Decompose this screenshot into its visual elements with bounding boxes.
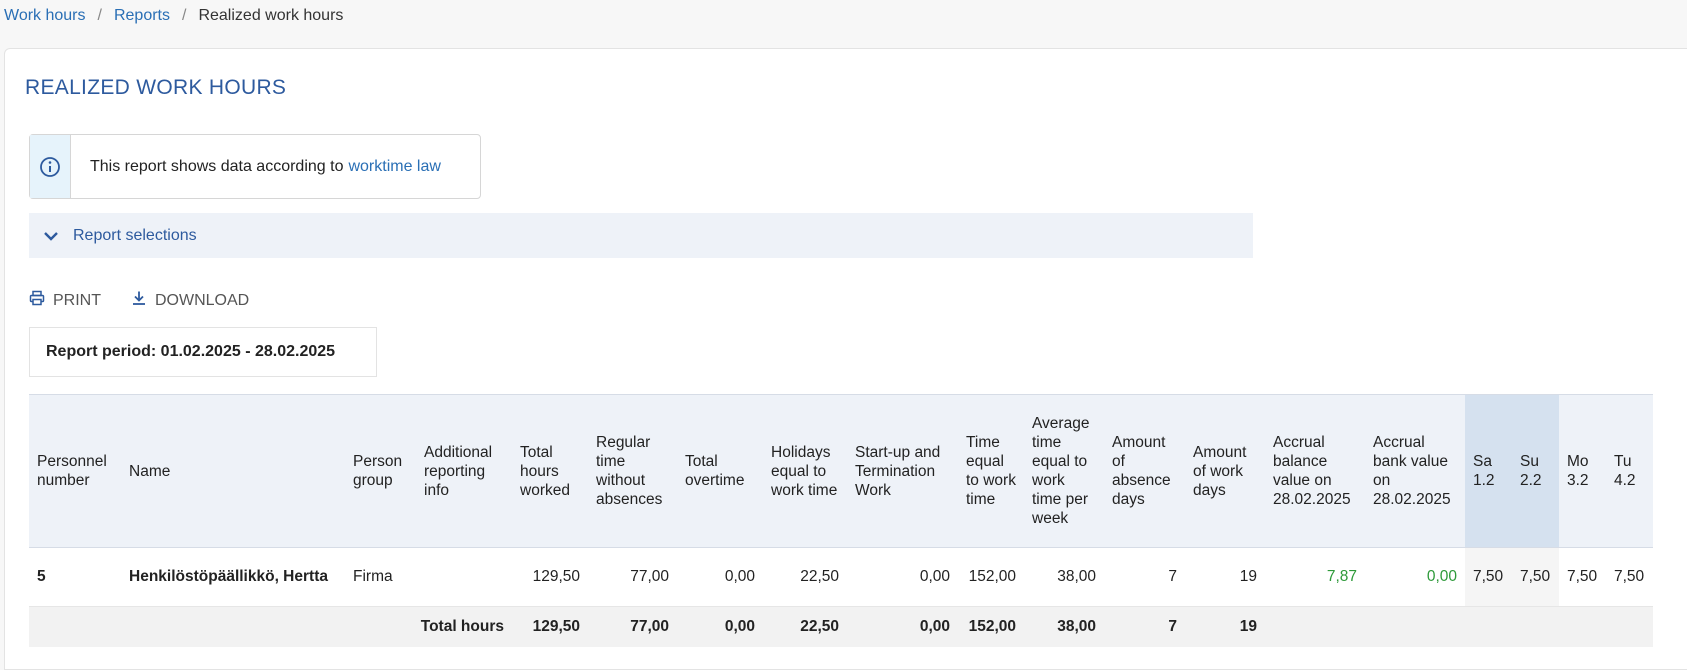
download-icon	[131, 290, 147, 311]
col-accrual-bank[interactable]: Accrual bank value on 28.02.2025	[1365, 394, 1465, 548]
total-label: Total hours	[345, 606, 512, 647]
total-cell-empty	[1512, 606, 1559, 647]
col-regular-time[interactable]: Regular time without absences	[588, 394, 677, 548]
cell-accrual-bank: 0,00	[1365, 547, 1465, 607]
cell-total-overtime: 0,00	[677, 547, 763, 607]
total-overtime: 0,00	[677, 606, 763, 647]
info-text: This report shows data according to	[90, 157, 344, 175]
col-accrual-balance[interactable]: Accrual balance value on 28.02.2025	[1265, 394, 1365, 548]
cell-additional-info	[416, 547, 512, 607]
print-label: PRINT	[53, 291, 101, 309]
cell-regular-time: 77,00	[588, 547, 677, 607]
cell-accrual-balance: 7,87	[1265, 547, 1365, 607]
info-icon	[30, 135, 71, 198]
printer-icon	[29, 290, 45, 311]
col-startup-termination[interactable]: Start-up and Termination Work	[847, 394, 958, 548]
cell-time-equal: 152,00	[958, 547, 1024, 607]
cell-work-days: 19	[1185, 547, 1265, 607]
info-text-wrap: This report shows data according to work…	[71, 135, 441, 198]
page-title: REALIZED WORK HOURS	[25, 76, 287, 99]
table-header-row: Personnel number Name Person group Addit…	[29, 394, 1653, 548]
table-row[interactable]: 5 Henkilöstöpäällikkö, Hertta Firma 129,…	[29, 547, 1653, 607]
cell-person-group: Firma	[345, 547, 416, 607]
total-work-days: 19	[1185, 606, 1265, 647]
total-cell-empty	[1265, 606, 1365, 647]
total-cell-empty	[29, 606, 121, 647]
chevron-down-icon	[43, 228, 59, 244]
cell-average-per-week: 38,00	[1024, 547, 1104, 607]
report-selections-toggle[interactable]: Report selections	[29, 213, 1253, 258]
total-cell-empty	[1606, 606, 1653, 647]
cell-day-tu-4-2: 7,50	[1606, 547, 1653, 607]
col-average-per-week[interactable]: Average time equal to work time per week	[1024, 394, 1104, 548]
col-personnel-number[interactable]: Personnel number	[29, 394, 121, 548]
cell-personnel-number: 5	[29, 547, 121, 607]
total-absence-days: 7	[1104, 606, 1185, 647]
report-actions: PRINT DOWNLOAD	[29, 290, 249, 311]
print-button[interactable]: PRINT	[29, 290, 101, 311]
col-person-group[interactable]: Person group	[345, 394, 416, 548]
cell-startup-termination: 0,00	[847, 547, 958, 607]
breadcrumb-reports[interactable]: Reports	[114, 7, 170, 25]
total-cell-empty	[121, 606, 345, 647]
col-holidays[interactable]: Holidays equal to work time	[763, 394, 847, 548]
col-time-equal[interactable]: Time equal to work time	[958, 394, 1024, 548]
breadcrumb: Work hours / Reports / Realized work hou…	[4, 7, 343, 25]
total-cell-empty	[1365, 606, 1465, 647]
download-button[interactable]: DOWNLOAD	[131, 290, 249, 311]
totals-row: Total hours 129,50 77,00 0,00 22,50 0,00…	[29, 606, 1653, 647]
col-absence-days[interactable]: Amount of absence days	[1104, 394, 1185, 548]
col-additional-info[interactable]: Additional reporting info	[416, 394, 512, 548]
cell-day-su-2-2: 7,50	[1512, 547, 1559, 607]
worktime-law-link[interactable]: worktime law	[348, 158, 440, 176]
total-holidays: 22,50	[763, 606, 847, 647]
report-selections-label: Report selections	[73, 226, 197, 244]
cell-holidays: 22,50	[763, 547, 847, 607]
breadcrumb-separator: /	[97, 7, 102, 24]
col-total-hours[interactable]: Total hours worked	[512, 394, 588, 548]
total-hours-worked: 129,50	[512, 606, 588, 647]
realized-hours-table: Personnel number Name Person group Addit…	[29, 394, 1653, 647]
col-day-tu-4-2[interactable]: Tu 4.2	[1606, 394, 1653, 548]
cell-total-hours: 129,50	[512, 547, 588, 607]
total-regular-time: 77,00	[588, 606, 677, 647]
breadcrumb-separator: /	[182, 7, 187, 24]
total-cell-empty	[1465, 606, 1512, 647]
breadcrumb-current: Realized work hours	[198, 7, 344, 24]
col-work-days[interactable]: Amount of work days	[1185, 394, 1265, 548]
total-time-equal: 152,00	[958, 606, 1024, 647]
info-box: This report shows data according to work…	[29, 134, 481, 199]
total-startup-termination: 0,00	[847, 606, 958, 647]
total-average-per-week: 38,00	[1024, 606, 1104, 647]
cell-day-sa-1-2: 7,50	[1465, 547, 1512, 607]
total-cell-empty	[1559, 606, 1606, 647]
col-day-su-2-2[interactable]: Su 2.2	[1512, 394, 1559, 548]
cell-absence-days: 7	[1104, 547, 1185, 607]
col-day-mo-3-2[interactable]: Mo 3.2	[1559, 394, 1606, 548]
col-total-overtime[interactable]: Total overtime	[677, 394, 763, 548]
breadcrumb-work-hours[interactable]: Work hours	[4, 7, 86, 25]
col-name[interactable]: Name	[121, 394, 345, 548]
download-label: DOWNLOAD	[155, 291, 250, 309]
report-period: Report period: 01.02.2025 - 28.02.2025	[29, 327, 377, 377]
col-day-sa-1-2[interactable]: Sa 1.2	[1465, 394, 1512, 548]
cell-day-mo-3-2: 7,50	[1559, 547, 1606, 607]
cell-name: Henkilöstöpäällikkö, Hertta	[121, 547, 345, 607]
